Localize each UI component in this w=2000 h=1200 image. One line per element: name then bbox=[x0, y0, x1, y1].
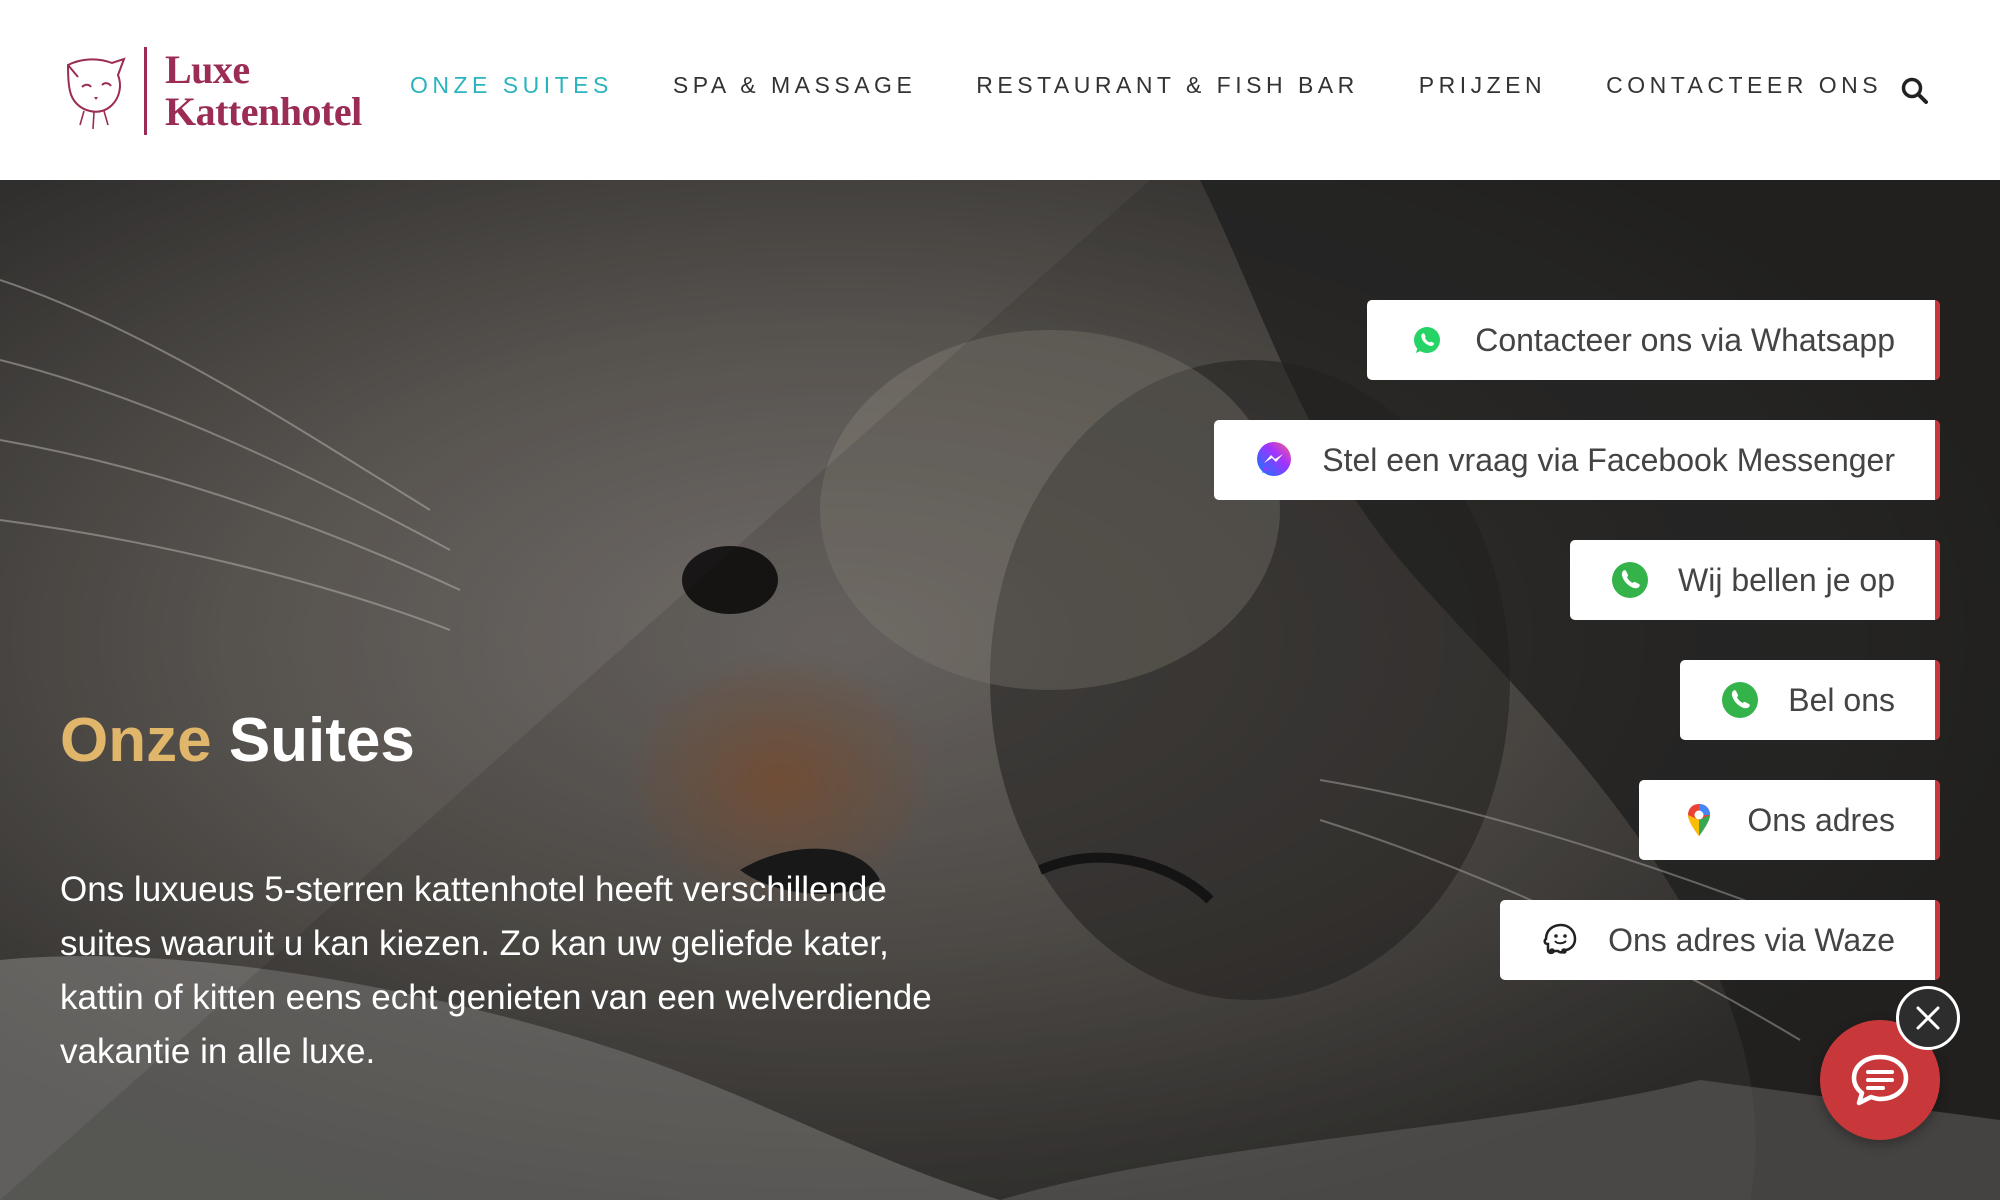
cat-logo-icon bbox=[66, 57, 126, 130]
logo-text: Luxe Kattenhotel bbox=[165, 49, 362, 133]
contact-waze-button[interactable]: Ons adres via Waze bbox=[1500, 900, 1940, 980]
contact-label: Ons adres via Waze bbox=[1608, 921, 1895, 958]
nav-item-restaurant[interactable]: RESTAURANT & FISH BAR bbox=[976, 72, 1358, 99]
close-icon bbox=[1916, 1006, 1940, 1030]
nav-item-onze-suites[interactable]: ONZE SUITES bbox=[410, 72, 613, 99]
contact-label: Ons adres bbox=[1747, 801, 1895, 838]
contact-callback-button[interactable]: Wij bellen je op bbox=[1570, 540, 1940, 620]
map-pin-icon bbox=[1688, 804, 1711, 836]
nav-item-contacteer-ons[interactable]: CONTACTEER ONS bbox=[1606, 72, 1882, 99]
logo-divider bbox=[144, 47, 147, 135]
whatsapp-icon bbox=[1414, 327, 1441, 353]
phone-icon bbox=[1722, 682, 1759, 718]
hero-title: Onze Suites bbox=[60, 705, 415, 776]
hero-title-rest: Suites bbox=[228, 706, 415, 775]
contact-label: Bel ons bbox=[1788, 681, 1895, 718]
hero-title-highlight: Onze bbox=[60, 706, 212, 775]
contact-address-button[interactable]: Ons adres bbox=[1639, 780, 1940, 860]
phone-icon bbox=[1612, 562, 1648, 598]
site-header: Luxe Kattenhotel ONZE SUITES SPA & MASSA… bbox=[0, 0, 2000, 180]
logo-line-1: Luxe bbox=[165, 47, 250, 92]
nav-item-prijzen[interactable]: PRIJZEN bbox=[1419, 72, 1546, 99]
hero-description: Ons luxueus 5-sterren kattenhotel heeft … bbox=[60, 870, 932, 1071]
chat-bubble-icon bbox=[1851, 1054, 1909, 1106]
nav-item-spa-massage[interactable]: SPA & MASSAGE bbox=[673, 72, 916, 99]
contact-call-us-button[interactable]: Bel ons bbox=[1680, 660, 1940, 740]
contact-label: Stel een vraag via Facebook Messenger bbox=[1322, 441, 1895, 478]
logo-line-2: Kattenhotel bbox=[165, 89, 362, 134]
contact-label: Contacteer ons via Whatsapp bbox=[1475, 321, 1895, 358]
main-nav: ONZE SUITES SPA & MASSAGE RESTAURANT & F… bbox=[410, 72, 1942, 99]
site-logo[interactable]: Luxe Kattenhotel bbox=[60, 46, 362, 136]
messenger-icon bbox=[1257, 442, 1292, 476]
search-icon[interactable] bbox=[1900, 76, 1930, 106]
contact-messenger-button[interactable]: Stel een vraag via Facebook Messenger bbox=[1214, 420, 1940, 500]
waze-icon bbox=[1543, 923, 1577, 955]
chat-close-button[interactable] bbox=[1896, 986, 1960, 1050]
contact-options: Contacteer ons via Whatsapp Stel een vra… bbox=[1214, 300, 1940, 1020]
contact-whatsapp-button[interactable]: Contacteer ons via Whatsapp bbox=[1367, 300, 1940, 380]
contact-label: Wij bellen je op bbox=[1678, 561, 1895, 598]
